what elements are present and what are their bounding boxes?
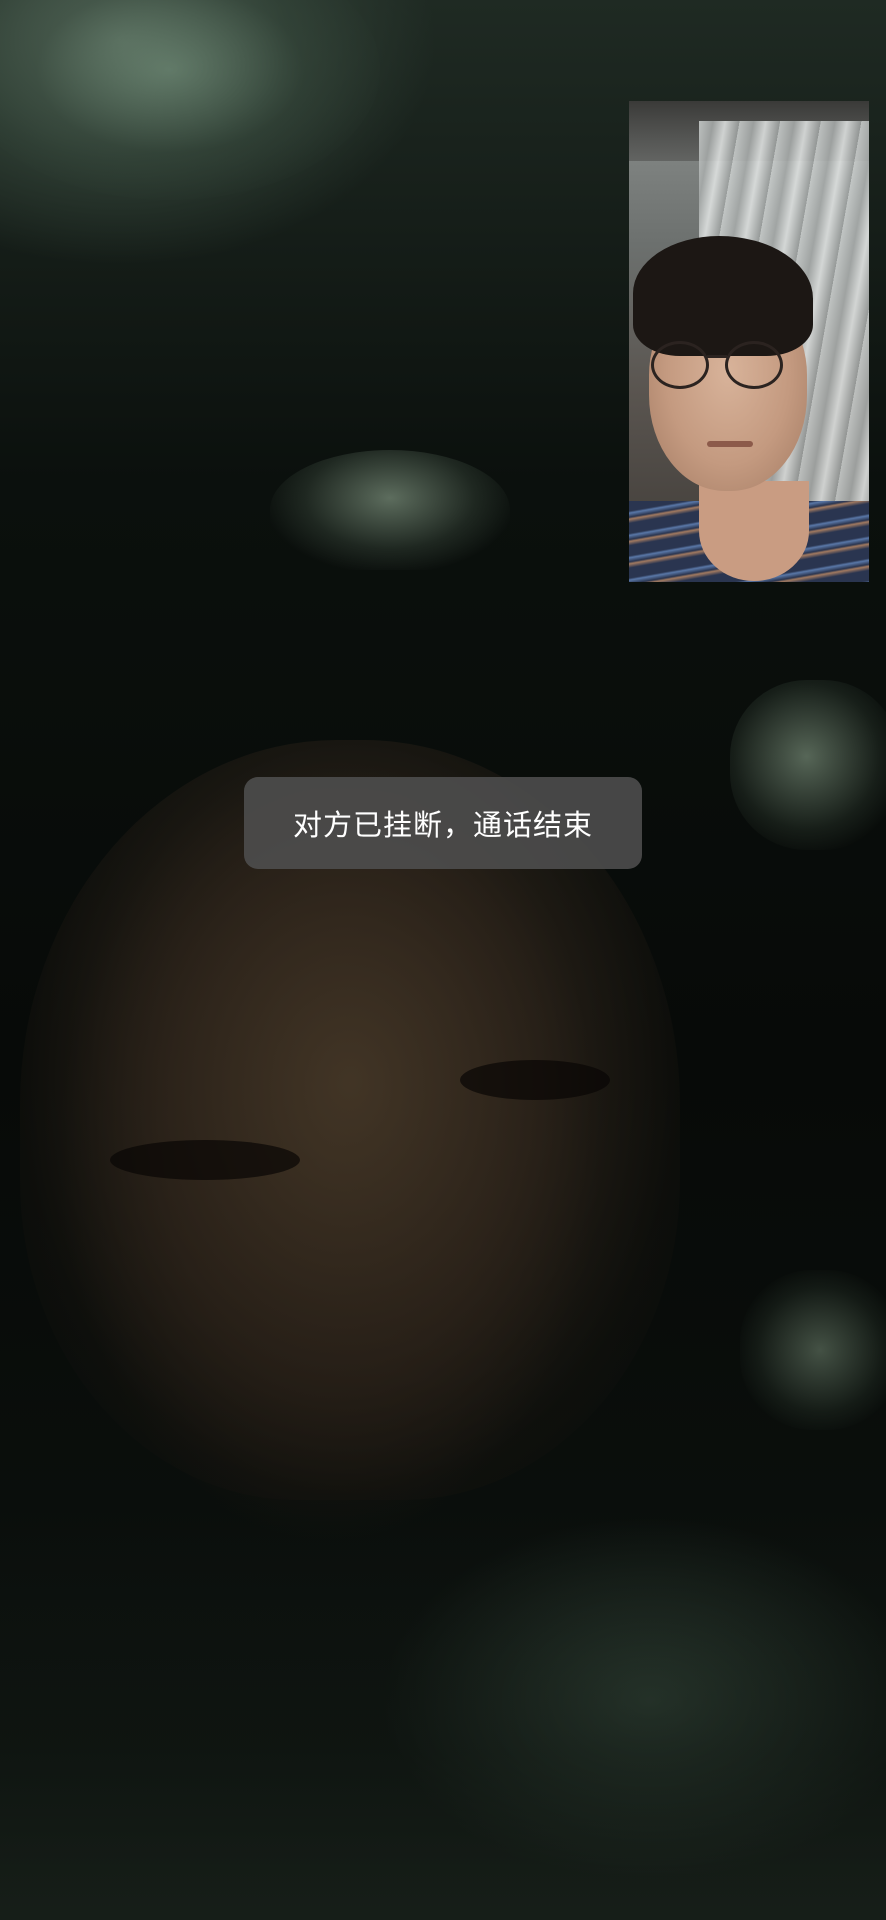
pillow-pattern bbox=[730, 680, 886, 850]
call-ended-toast: 对方已挂断，通话结束 bbox=[244, 777, 642, 869]
pillow-pattern bbox=[740, 1270, 886, 1430]
background-wall-light bbox=[0, 0, 380, 200]
call-ended-message: 对方已挂断，通话结束 bbox=[292, 808, 593, 842]
bottom-shade bbox=[0, 1500, 886, 1920]
remote-eye-right bbox=[460, 1060, 610, 1100]
glasses-lens-right bbox=[725, 341, 783, 389]
hair-accessory bbox=[270, 450, 510, 570]
video-call-screen: 对方已挂断，通话结束 bbox=[0, 0, 886, 1920]
pip-hair bbox=[633, 236, 813, 356]
glasses-bridge bbox=[707, 355, 727, 358]
pip-neck bbox=[699, 481, 809, 581]
remote-eye-left bbox=[110, 1140, 300, 1180]
glasses-lens-left bbox=[651, 341, 709, 389]
pip-mouth bbox=[707, 441, 753, 447]
local-video-preview[interactable] bbox=[629, 101, 869, 582]
